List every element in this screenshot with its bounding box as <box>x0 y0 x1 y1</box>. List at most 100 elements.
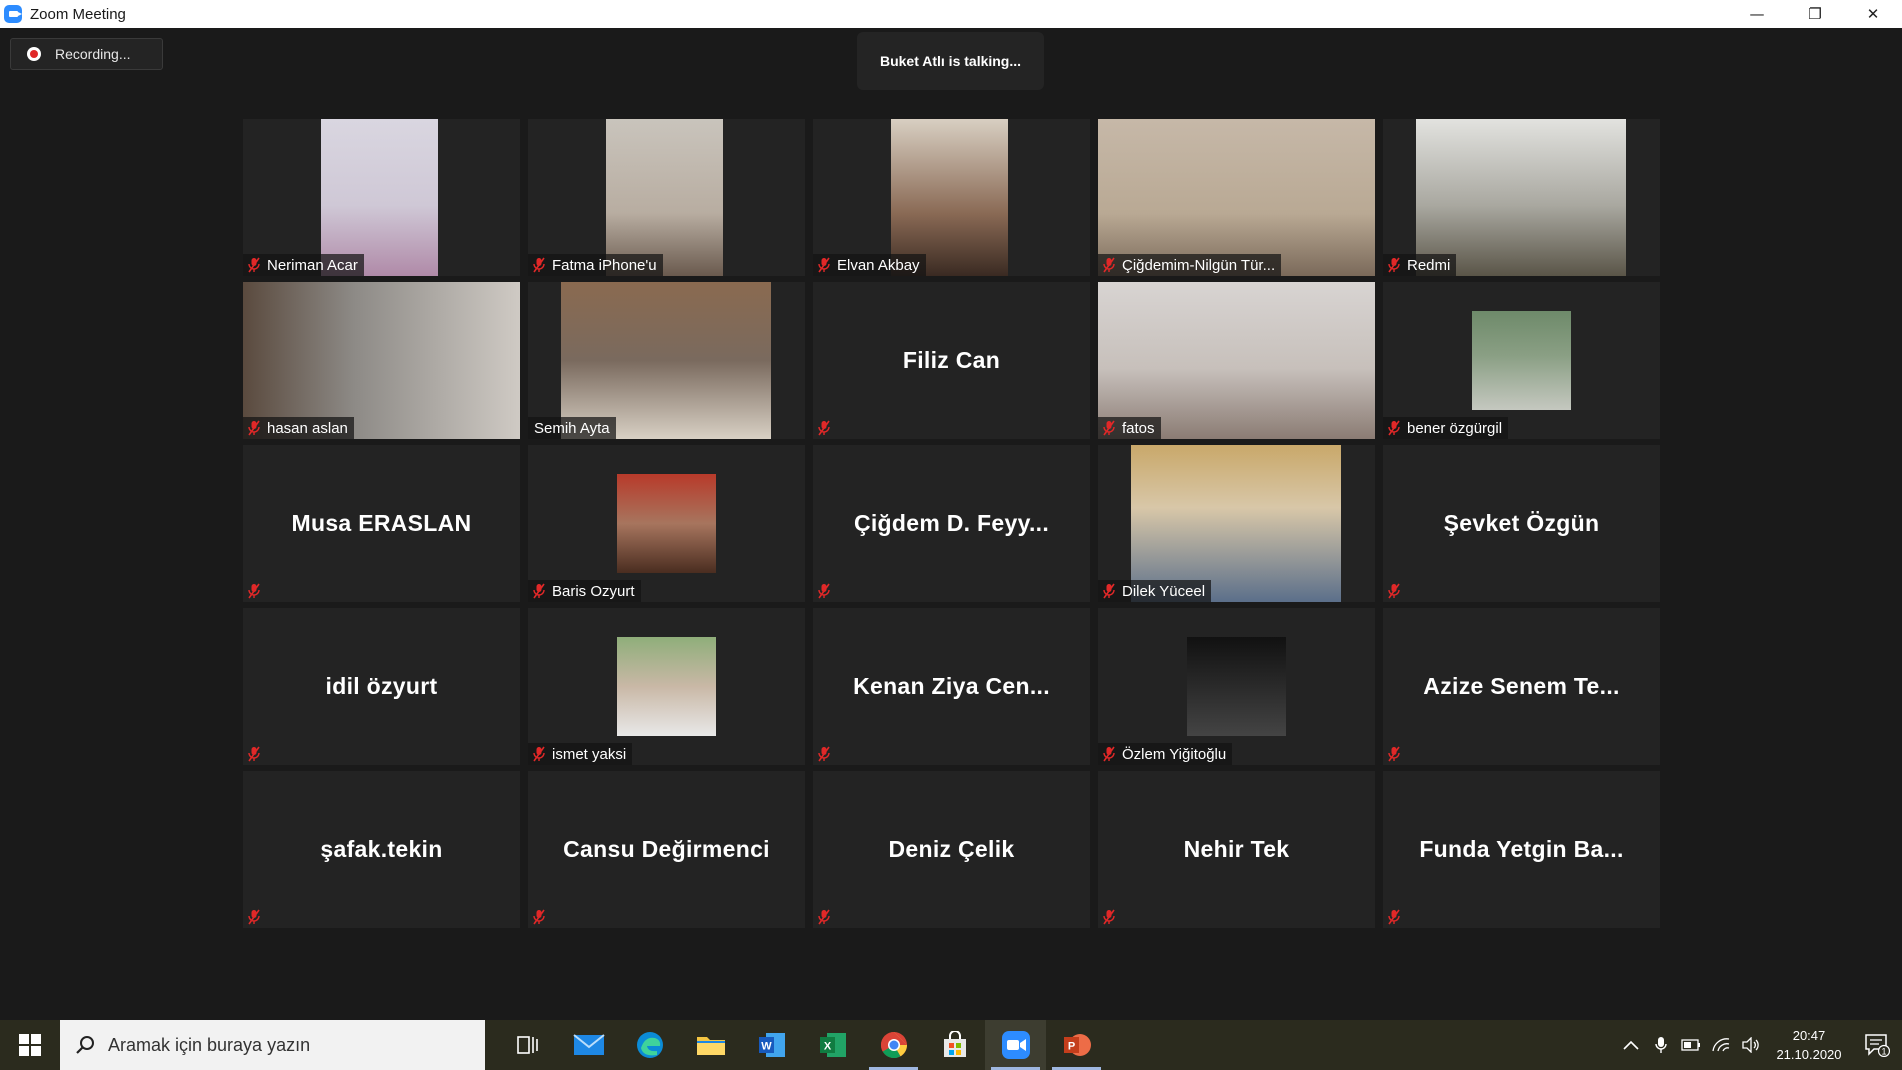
participant-name: bener özgürgil <box>1407 419 1503 437</box>
participant-name-label: Dilek Yüceel <box>1098 580 1212 602</box>
gallery-grid: Neriman Acar Fatma iPhone'u Elvan Akbay Çiğ… <box>243 119 1660 928</box>
participant-display-name: Azize Senem Te... <box>1423 673 1620 699</box>
folder-icon <box>696 1037 725 1055</box>
mic-muted-icon <box>813 417 835 439</box>
maximize-button[interactable]: ❐ <box>1786 0 1844 28</box>
taskbar-clock[interactable]: 20:47 21.10.2020 <box>1766 1026 1852 1064</box>
mic-muted-icon <box>1098 417 1120 439</box>
participant-tile[interactable]: Deniz Çelik <box>813 771 1090 928</box>
participant-name-label: Neriman Acar <box>243 254 364 276</box>
meeting-area: Recording... Buket Atlı is talking... Ne… <box>0 28 1902 1020</box>
excel-icon: X <box>819 1033 846 1057</box>
edge-app-button[interactable] <box>619 1020 680 1070</box>
store-app-button[interactable] <box>924 1020 985 1070</box>
participant-name-label <box>243 743 271 765</box>
search-placeholder: Aramak için buraya yazın <box>108 1034 311 1055</box>
mic-muted-icon <box>243 906 265 928</box>
participant-tile[interactable]: Redmi <box>1383 119 1660 276</box>
minimize-button[interactable]: — <box>1728 0 1786 28</box>
microphone-icon <box>1655 1037 1667 1053</box>
notification-icon: 1 <box>1865 1034 1890 1057</box>
participant-tile[interactable]: Filiz Can <box>813 282 1090 439</box>
store-bag-icon <box>943 1031 966 1057</box>
participant-tile[interactable]: Kenan Ziya Cen... <box>813 608 1090 765</box>
battery-tray-button[interactable] <box>1676 1020 1706 1070</box>
participant-tile[interactable]: Baris Ozyurt <box>528 445 805 602</box>
chrome-icon <box>880 1031 907 1059</box>
record-dot-icon <box>27 47 41 61</box>
participant-video <box>321 119 438 276</box>
taskbar-search-box[interactable]: Aramak için buraya yazın <box>60 1020 485 1070</box>
taskbar-apps: W X P <box>497 1020 1107 1070</box>
participant-tile[interactable]: Azize Senem Te... <box>1383 608 1660 765</box>
participant-tile[interactable]: Özlem Yiğitoğlu <box>1098 608 1375 765</box>
recording-indicator[interactable]: Recording... <box>10 38 163 70</box>
participant-tile[interactable]: Çiğdemim-Nilgün Tür... <box>1098 119 1375 276</box>
participant-name: Semih Ayta <box>534 419 610 437</box>
participant-tile[interactable]: Nehir Tek <box>1098 771 1375 928</box>
participant-name-label: Özlem Yiğitoğlu <box>1098 743 1233 765</box>
start-button[interactable] <box>0 1020 60 1070</box>
zoom-app-icon <box>4 5 22 23</box>
participant-tile[interactable]: Neriman Acar <box>243 119 520 276</box>
participant-video <box>606 119 723 276</box>
participant-name: Fatma iPhone'u <box>552 256 657 274</box>
participant-tile[interactable]: idil özyurt <box>243 608 520 765</box>
participant-name: Dilek Yüceel <box>1122 582 1206 600</box>
participant-tile[interactable]: ismet yaksi <box>528 608 805 765</box>
participant-video <box>561 282 771 439</box>
mic-muted-icon <box>813 580 835 602</box>
participant-tile[interactable]: Çiğdem D. Feyy... <box>813 445 1090 602</box>
participant-tile[interactable]: Cansu Değirmenci <box>528 771 805 928</box>
chevron-up-icon <box>1623 1040 1639 1050</box>
participant-name: Özlem Yiğitoğlu <box>1122 745 1227 763</box>
task-view-button[interactable] <box>497 1020 558 1070</box>
participant-tile[interactable]: Şevket Özgün <box>1383 445 1660 602</box>
participant-tile[interactable]: Funda Yetgin Ba... <box>1383 771 1660 928</box>
participant-tile[interactable]: Semih Ayta <box>528 282 805 439</box>
mic-muted-icon <box>243 254 265 276</box>
participant-tile[interactable]: bener özgürgil <box>1383 282 1660 439</box>
word-app-button[interactable]: W <box>741 1020 802 1070</box>
participant-video <box>1416 119 1626 276</box>
participant-display-name: Musa ERASLAN <box>291 510 472 536</box>
participant-name: Çiğdemim-Nilgün Tür... <box>1122 256 1276 274</box>
mic-muted-icon <box>1383 254 1405 276</box>
participant-video <box>243 282 520 439</box>
excel-app-button[interactable]: X <box>802 1020 863 1070</box>
participant-name-label <box>813 906 841 928</box>
action-center-button[interactable]: 1 <box>1852 1020 1902 1070</box>
participant-tile[interactable]: fatos <box>1098 282 1375 439</box>
participant-video <box>1098 119 1375 276</box>
participant-name-label: fatos <box>1098 417 1161 439</box>
powerpoint-icon: P <box>1063 1034 1091 1056</box>
network-tray-button[interactable] <box>1706 1020 1736 1070</box>
participant-name: fatos <box>1122 419 1155 437</box>
recording-label: Recording... <box>55 46 131 62</box>
participant-tile[interactable]: Dilek Yüceel <box>1098 445 1375 602</box>
participant-tile[interactable]: hasan aslan <box>243 282 520 439</box>
participant-display-name: Kenan Ziya Cen... <box>853 673 1050 699</box>
participant-name-label: Redmi <box>1383 254 1457 276</box>
participant-tile[interactable]: Fatma iPhone'u <box>528 119 805 276</box>
participant-display-name: idil özyurt <box>325 673 438 699</box>
participant-name-label: hasan aslan <box>243 417 354 439</box>
participant-tile[interactable]: Musa ERASLAN <box>243 445 520 602</box>
powerpoint-app-button[interactable]: P <box>1046 1020 1107 1070</box>
participant-name-label: Baris Ozyurt <box>528 580 641 602</box>
participant-name-label: Elvan Akbay <box>813 254 926 276</box>
chrome-app-button[interactable] <box>863 1020 924 1070</box>
participant-tile[interactable]: şafak.tekin <box>243 771 520 928</box>
zoom-app-button[interactable] <box>985 1020 1046 1070</box>
microphone-tray-button[interactable] <box>1646 1020 1676 1070</box>
file-explorer-button[interactable] <box>680 1020 741 1070</box>
volume-tray-button[interactable] <box>1736 1020 1766 1070</box>
participant-display-name: Deniz Çelik <box>888 836 1015 862</box>
show-hidden-icons-button[interactable] <box>1616 1020 1646 1070</box>
participant-display-name: Nehir Tek <box>1183 836 1290 862</box>
zoom-icon <box>1001 1031 1030 1059</box>
close-button[interactable]: ✕ <box>1844 0 1902 28</box>
mail-app-button[interactable] <box>558 1020 619 1070</box>
participant-display-name: Çiğdem D. Feyy... <box>853 510 1050 536</box>
participant-tile[interactable]: Elvan Akbay <box>813 119 1090 276</box>
